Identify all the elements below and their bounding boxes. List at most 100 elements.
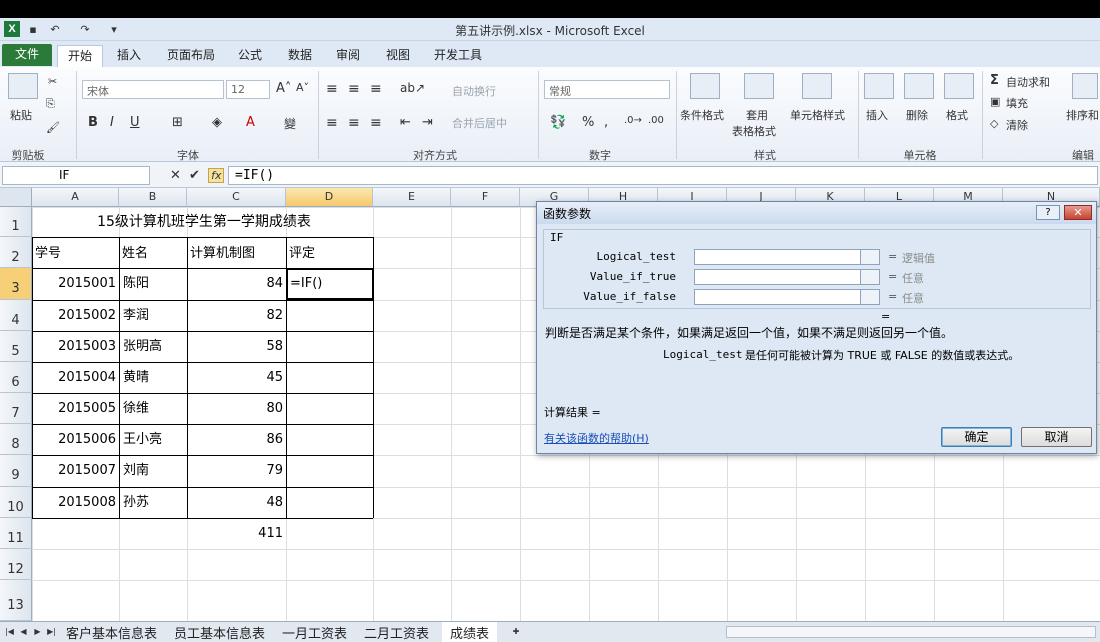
ok-button[interactable]: 确定: [941, 427, 1012, 447]
dialog-help-button[interactable]: ?: [1036, 205, 1060, 220]
score-cell[interactable]: 58: [188, 331, 286, 362]
score-cell[interactable]: 82: [188, 300, 286, 331]
tab-formulas[interactable]: 公式: [230, 45, 270, 67]
horizontal-scrollbar[interactable]: [726, 626, 1096, 638]
sort-filter-icon[interactable]: [1072, 73, 1098, 99]
next-sheet-icon[interactable]: ▶: [32, 625, 43, 638]
student-name-cell[interactable]: 张明高: [120, 331, 187, 362]
insert-cells-button[interactable]: 插入: [866, 107, 888, 123]
cell-styles-button[interactable]: 单元格样式: [790, 107, 845, 123]
total-cell[interactable]: 411: [187, 518, 286, 549]
cancel-entry-icon[interactable]: ✕: [170, 168, 181, 183]
number-format-select[interactable]: 常规: [544, 80, 670, 99]
phonetic-icon[interactable]: 變: [284, 115, 296, 132]
sheet-tab[interactable]: 一月工资表: [274, 622, 355, 642]
sheet-tab[interactable]: 二月工资表: [356, 622, 437, 642]
merge-center-button[interactable]: 合并后居中: [452, 115, 507, 131]
student-id-cell[interactable]: 2015005: [33, 393, 119, 424]
first-sheet-icon[interactable]: |◀: [4, 625, 15, 638]
cell-styles-icon[interactable]: [802, 73, 832, 99]
student-id-cell[interactable]: 2015006: [33, 424, 119, 455]
sheet-title[interactable]: 15级计算机班学生第一学期成绩表: [34, 207, 374, 237]
score-cell[interactable]: 79: [188, 455, 286, 487]
sheet-tab[interactable]: 客户基本信息表: [58, 622, 165, 642]
italic-icon[interactable]: I: [110, 115, 114, 130]
column-header[interactable]: A: [32, 188, 119, 207]
cancel-button[interactable]: 取消: [1021, 427, 1092, 447]
value-if-true-input[interactable]: [694, 269, 880, 285]
format-cells-button[interactable]: 格式: [946, 107, 968, 123]
student-name-cell[interactable]: 李润: [120, 300, 187, 331]
student-name-cell[interactable]: 陈阳: [120, 268, 187, 300]
student-id-cell[interactable]: 2015007: [33, 455, 119, 487]
grade-cell[interactable]: [287, 362, 373, 393]
grade-cell[interactable]: [287, 424, 373, 455]
row-header[interactable]: 3: [0, 268, 32, 300]
fill-color-icon[interactable]: ◈: [212, 115, 222, 130]
row-header[interactable]: 6: [0, 362, 32, 393]
row-header[interactable]: 4: [0, 300, 32, 331]
insert-cells-icon[interactable]: [864, 73, 894, 99]
row-header[interactable]: 9: [0, 455, 32, 487]
logical-test-input[interactable]: [694, 249, 880, 265]
paste-button[interactable]: 粘贴: [10, 107, 32, 123]
row-header[interactable]: 8: [0, 424, 32, 455]
comma-style-icon[interactable]: ,: [604, 115, 608, 130]
tab-file[interactable]: 文件: [2, 44, 52, 66]
prev-sheet-icon[interactable]: ◀: [18, 625, 29, 638]
percent-icon[interactable]: %: [582, 115, 594, 130]
name-box[interactable]: IF: [2, 166, 150, 185]
increase-font-icon[interactable]: A˄: [276, 81, 291, 96]
grade-cell[interactable]: [287, 455, 373, 487]
insert-function-icon[interactable]: fx: [208, 168, 225, 183]
align-bottom-icon[interactable]: ≡: [370, 81, 382, 97]
header-id[interactable]: 学号: [32, 239, 120, 268]
tab-page-layout[interactable]: 页面布局: [160, 45, 222, 67]
row-header[interactable]: 7: [0, 393, 32, 424]
student-name-cell[interactable]: 刘南: [120, 455, 187, 487]
column-header[interactable]: F: [451, 188, 520, 207]
collapse-dialog-icon[interactable]: [860, 249, 880, 265]
format-painter-icon[interactable]: 🖌: [46, 121, 60, 134]
bold-icon[interactable]: B: [88, 115, 98, 130]
tab-view[interactable]: 视图: [378, 45, 418, 67]
align-middle-icon[interactable]: ≡: [348, 81, 360, 97]
select-all-corner[interactable]: [0, 188, 32, 207]
decrease-font-icon[interactable]: A˅: [296, 81, 309, 94]
cut-icon[interactable]: ✂: [48, 75, 57, 88]
row-header[interactable]: 10: [0, 487, 32, 518]
clear-icon[interactable]: ◇: [990, 117, 998, 130]
tab-home[interactable]: 开始: [57, 45, 103, 67]
student-name-cell[interactable]: 王小亮: [120, 424, 187, 455]
student-name-cell[interactable]: 孙苏: [120, 487, 187, 518]
clear-button[interactable]: 清除: [1006, 117, 1028, 133]
align-center-icon[interactable]: ≡: [348, 115, 360, 131]
wrap-text-button[interactable]: 自动换行: [452, 83, 496, 99]
row-header[interactable]: 12: [0, 549, 32, 580]
student-id-cell[interactable]: 2015004: [33, 362, 119, 393]
score-cell[interactable]: 84: [188, 268, 286, 300]
autosum-button[interactable]: 自动求和: [1006, 74, 1050, 90]
autosum-icon[interactable]: Σ: [990, 73, 999, 88]
paste-icon[interactable]: [8, 73, 38, 99]
tab-insert[interactable]: 插入: [108, 45, 150, 67]
fill-button[interactable]: 填充: [1006, 95, 1028, 111]
tab-data[interactable]: 数据: [280, 45, 320, 67]
underline-icon[interactable]: U: [130, 115, 140, 130]
sheet-tab-active[interactable]: 成绩表: [442, 622, 498, 642]
delete-cells-icon[interactable]: [904, 73, 934, 99]
formula-input[interactable]: =IF(): [228, 166, 1098, 185]
conditional-format-button[interactable]: 条件格式: [680, 107, 724, 123]
column-header[interactable]: E: [373, 188, 451, 207]
student-name-cell[interactable]: 黄晴: [120, 362, 187, 393]
row-header[interactable]: 2: [0, 237, 32, 268]
column-header[interactable]: C: [187, 188, 286, 207]
header-grade[interactable]: 评定: [286, 239, 372, 268]
grade-cell[interactable]: [287, 487, 373, 518]
align-left-icon[interactable]: ≡: [326, 115, 338, 131]
row-header[interactable]: 13: [0, 580, 32, 621]
decrease-indent-icon[interactable]: ⇤: [400, 115, 411, 130]
student-id-cell[interactable]: 2015003: [33, 331, 119, 362]
sort-filter-button[interactable]: 排序和: [1066, 107, 1099, 123]
grade-cell[interactable]: [287, 300, 373, 331]
